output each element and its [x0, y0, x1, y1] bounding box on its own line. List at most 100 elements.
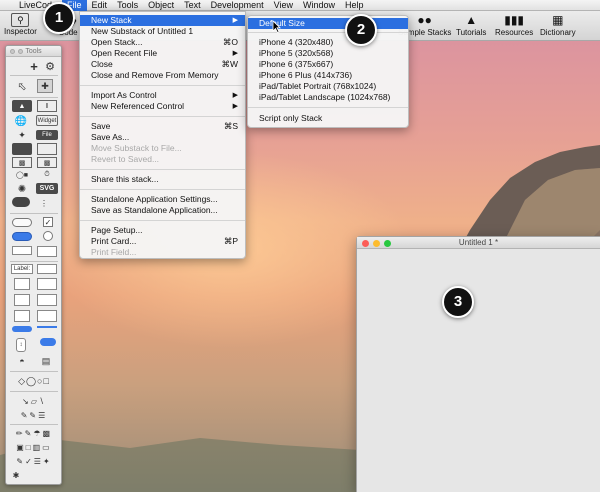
- grid-icon[interactable]: [37, 143, 57, 155]
- menu-object[interactable]: Object: [143, 0, 179, 11]
- divider: [10, 261, 58, 262]
- dictionary-button[interactable]: ▦ Dictionary: [540, 13, 576, 37]
- label-label: Label:: [13, 266, 31, 272]
- menu-development[interactable]: Development: [206, 0, 269, 11]
- divider: [10, 371, 58, 372]
- time-icon[interactable]: ⏱: [37, 170, 57, 180]
- shape-tools[interactable]: ◇◯○□: [10, 376, 58, 386]
- scrolling-field-tool[interactable]: [14, 278, 30, 290]
- player-icon[interactable]: ◓: [16, 356, 28, 366]
- new-stack-item-iphone-6-375x667[interactable]: iPhone 6 (375x667): [248, 59, 408, 70]
- menu-text[interactable]: Text: [179, 0, 206, 11]
- stepper-tool[interactable]: ↕: [16, 338, 26, 352]
- file-menu-item-new-substack-of-untitled-1[interactable]: New Substack of Untitled 1: [80, 26, 245, 37]
- plus-icon[interactable]: +: [28, 59, 40, 74]
- image-icon[interactable]: ▩: [37, 157, 57, 168]
- new-stack-item-script-only-stack[interactable]: Script only Stack: [248, 113, 408, 124]
- menu-window[interactable]: Window: [298, 0, 340, 11]
- new-stack-item-iphone-6-plus-414x736[interactable]: iPhone 6 Plus (414x736): [248, 70, 408, 81]
- switch-icon[interactable]: ◯■: [12, 170, 32, 180]
- android-icon[interactable]: [12, 143, 32, 155]
- file-menu-item-import-as-control[interactable]: Import As Control ▶: [80, 90, 245, 101]
- file-menu-item-print-card[interactable]: Print Card... ⌘P: [80, 236, 245, 247]
- gear-icon[interactable]: ⚙: [44, 60, 56, 73]
- combo-box-tool[interactable]: [37, 310, 57, 322]
- file-tool[interactable]: File: [36, 130, 58, 140]
- untitled-window-titlebar[interactable]: Untitled 1 *: [357, 237, 600, 249]
- file-menu-item-open-stack[interactable]: Open Stack... ⌘O: [80, 37, 245, 48]
- label-tool[interactable]: Label:: [11, 264, 33, 274]
- file-menu-item-new-stack[interactable]: New Stack ▶: [80, 15, 245, 26]
- line-tools[interactable]: ↘▱∖: [10, 396, 58, 406]
- menu-view[interactable]: View: [269, 0, 298, 11]
- file-menu-item-page-setup[interactable]: Page Setup...: [80, 225, 245, 236]
- list-field-tool[interactable]: [37, 278, 57, 290]
- file-menu-item-new-referenced-control[interactable]: New Referenced Control ▶: [80, 101, 245, 112]
- image-icon[interactable]: ▩: [12, 157, 32, 168]
- new-stack-item-iphone-5-320x568[interactable]: iPhone 5 (320x568): [248, 48, 408, 59]
- slider-tool[interactable]: [37, 326, 57, 332]
- image-icon[interactable]: ▤: [40, 356, 52, 366]
- tutorials-button[interactable]: ▲ Tutorials: [456, 13, 486, 37]
- new-stack-item-iphone-4-320x480[interactable]: iPhone 4 (320x480): [248, 37, 408, 48]
- file-menu-item-save-as-standalone-application[interactable]: Save as Standalone Application...: [80, 205, 245, 216]
- browse-tool-icon[interactable]: ⬁: [15, 79, 29, 93]
- file-menu-item-save-as[interactable]: Save As...: [80, 132, 245, 143]
- resources-button[interactable]: ▮▮▮ Resources: [495, 13, 533, 37]
- close-icon[interactable]: [362, 240, 369, 247]
- share-icon[interactable]: ✦: [12, 130, 32, 141]
- spinner-icon[interactable]: ✺: [12, 183, 32, 195]
- menu-item-label: Save: [91, 121, 111, 131]
- inspector-button[interactable]: ⚲ Inspector: [4, 13, 37, 36]
- field-tool[interactable]: [37, 264, 57, 274]
- eyedropper-icon[interactable]: ✱: [10, 470, 22, 480]
- data-grid-tool[interactable]: [37, 294, 57, 306]
- file-menu-item-close[interactable]: Close ⌘W: [80, 59, 245, 70]
- new-stack-item-ipad-tablet-portrait-768x1024[interactable]: iPad/Tablet Portrait (768x1024): [248, 81, 408, 92]
- scrollbar-tool[interactable]: [40, 338, 56, 346]
- globe-icon[interactable]: 🌐: [14, 115, 28, 127]
- menu-edit[interactable]: Edit: [87, 0, 113, 11]
- menu-divider: [80, 85, 245, 86]
- file-menu-item-share-this-stack[interactable]: Share this stack...: [80, 174, 245, 185]
- new-stack-item-ipad-tablet-landscape-1024x768[interactable]: iPad/Tablet Landscape (1024x768): [248, 92, 408, 103]
- text-field-tool[interactable]: [37, 246, 57, 257]
- checkbox-tool[interactable]: ✓: [43, 217, 53, 227]
- rectangle-button-tool[interactable]: [12, 246, 32, 255]
- menu-help[interactable]: Help: [340, 0, 369, 11]
- tools-palette-titlebar[interactable]: Tools: [6, 46, 61, 57]
- brush-tools[interactable]: ✏✎☂▩: [10, 428, 58, 438]
- segmented-icon[interactable]: ⋮: [39, 196, 49, 210]
- radio-button-tool[interactable]: [43, 231, 53, 241]
- option-menu-tool[interactable]: [14, 310, 30, 322]
- submenu-arrow-icon: ▶: [232, 17, 238, 24]
- push-button-tool[interactable]: [12, 218, 32, 227]
- close-icon[interactable]: [10, 49, 15, 54]
- menu-tools[interactable]: Tools: [112, 0, 143, 11]
- paint-tools[interactable]: ✎✎☰: [10, 410, 58, 420]
- select-tools[interactable]: ▣□▥▭: [10, 442, 58, 452]
- svg-tool[interactable]: SVG: [36, 183, 58, 194]
- spray-tools[interactable]: ✎✓☰✦: [10, 456, 58, 466]
- minimize-icon[interactable]: [373, 240, 380, 247]
- file-menu-item-save[interactable]: Save ⌘S: [80, 121, 245, 132]
- android-icon[interactable]: ▲: [12, 100, 32, 112]
- text-cursor-icon[interactable]: I: [37, 100, 57, 112]
- file-menu-item-standalone-application-settings[interactable]: Standalone Application Settings...: [80, 194, 245, 205]
- file-menu-item-open-recent-file[interactable]: Open Recent File ▶: [80, 48, 245, 59]
- graduation-cap-icon: ▲: [465, 13, 478, 27]
- minimize-icon[interactable]: [18, 49, 23, 54]
- toggle-icon[interactable]: [12, 197, 30, 207]
- resources-label: Resources: [495, 28, 534, 37]
- file-menu-item-close-and-remove-from-memory[interactable]: Close and Remove From Memory: [80, 70, 245, 81]
- menu-item-label: iPad/Tablet Landscape (1024x768): [259, 92, 391, 102]
- zoom-icon[interactable]: [384, 240, 391, 247]
- edit-tool-icon[interactable]: ✚: [37, 79, 53, 93]
- tutorials-label: Tutorials: [456, 28, 487, 37]
- progress-bar-tool[interactable]: [12, 326, 32, 332]
- menu-divider: [80, 116, 245, 117]
- default-button-tool[interactable]: [12, 232, 32, 241]
- table-tool[interactable]: [14, 294, 30, 306]
- widget-tool[interactable]: Widget: [36, 115, 58, 126]
- menu-item-label: iPhone 4 (320x480): [259, 37, 334, 47]
